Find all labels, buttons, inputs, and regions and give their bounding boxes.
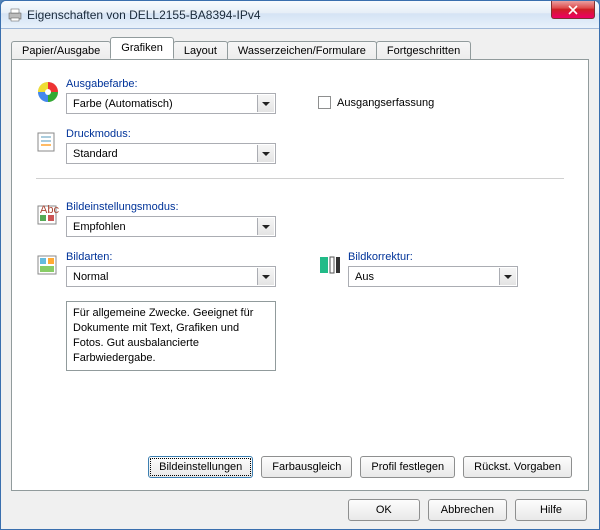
image-correction-value: Aus bbox=[355, 271, 374, 283]
image-settings-button[interactable]: Bildeinstellungen bbox=[148, 456, 253, 478]
help-button[interactable]: Hilfe bbox=[515, 499, 587, 521]
image-types-value: Normal bbox=[73, 271, 108, 283]
image-types-label: Bildarten: bbox=[66, 251, 314, 263]
set-profile-button[interactable]: Profil festlegen bbox=[360, 456, 455, 478]
divider bbox=[36, 178, 564, 179]
image-correction-icon bbox=[318, 253, 342, 277]
chevron-down-icon bbox=[257, 268, 274, 285]
chevron-down-icon bbox=[499, 268, 516, 285]
tab-layout[interactable]: Layout bbox=[173, 41, 228, 60]
output-color-label: Ausgabefarbe: bbox=[66, 78, 314, 90]
inner-button-row: Bildeinstellungen Farbausgleich Profil f… bbox=[148, 456, 572, 478]
reset-defaults-button[interactable]: Rückst. Vorgaben bbox=[463, 456, 572, 478]
image-types-combo[interactable]: Normal bbox=[66, 266, 276, 287]
window-title: Eigenschaften von DELL2155-BA8394-IPv4 bbox=[27, 8, 261, 22]
chevron-down-icon bbox=[257, 145, 274, 162]
print-mode-icon bbox=[36, 130, 60, 154]
color-wheel-icon bbox=[36, 80, 60, 104]
cancel-button[interactable]: Abbrechen bbox=[428, 499, 507, 521]
color-balance-button[interactable]: Farbausgleich bbox=[261, 456, 352, 478]
output-capture-checkbox[interactable] bbox=[318, 96, 331, 109]
image-correction-combo[interactable]: Aus bbox=[348, 266, 518, 287]
print-mode-label: Druckmodus: bbox=[66, 128, 314, 140]
tabstrip: Papier/Ausgabe Grafiken Layout Wasserzei… bbox=[11, 37, 589, 60]
tab-watermark-forms[interactable]: Wasserzeichen/Formulare bbox=[227, 41, 377, 60]
output-color-combo[interactable]: Farbe (Automatisch) bbox=[66, 93, 276, 114]
properties-window: Eigenschaften von DELL2155-BA8394-IPv4 P… bbox=[0, 0, 600, 530]
description-box: Für allgemeine Zwecke. Geeignet für Doku… bbox=[66, 301, 276, 371]
chevron-down-icon bbox=[257, 218, 274, 235]
tab-paper-output[interactable]: Papier/Ausgabe bbox=[11, 41, 111, 60]
close-button[interactable] bbox=[551, 1, 595, 19]
image-setting-mode-icon: Abc bbox=[36, 203, 60, 227]
tab-advanced[interactable]: Fortgeschritten bbox=[376, 41, 471, 60]
image-setting-mode-label: Bildeinstellungsmodus: bbox=[66, 201, 314, 213]
output-color-value: Farbe (Automatisch) bbox=[73, 98, 173, 110]
output-capture-label: Ausgangserfassung bbox=[337, 97, 434, 109]
client-area: Papier/Ausgabe Grafiken Layout Wasserzei… bbox=[1, 29, 599, 529]
printer-icon bbox=[7, 7, 23, 23]
svg-text:Abc: Abc bbox=[40, 204, 59, 216]
image-setting-mode-value: Empfohlen bbox=[73, 221, 126, 233]
tabpage-graphics: Ausgabefarbe: Farbe (Automatisch) Ausgan… bbox=[11, 59, 589, 491]
image-setting-mode-combo[interactable]: Empfohlen bbox=[66, 216, 276, 237]
chevron-down-icon bbox=[257, 95, 274, 112]
titlebar: Eigenschaften von DELL2155-BA8394-IPv4 bbox=[1, 1, 599, 29]
image-types-icon bbox=[36, 253, 60, 277]
image-correction-label: Bildkorrektur: bbox=[348, 251, 564, 263]
ok-button[interactable]: OK bbox=[348, 499, 420, 521]
dialog-button-row: OK Abbrechen Hilfe bbox=[11, 491, 589, 521]
tab-graphics[interactable]: Grafiken bbox=[110, 37, 174, 59]
print-mode-value: Standard bbox=[73, 148, 118, 160]
print-mode-combo[interactable]: Standard bbox=[66, 143, 276, 164]
